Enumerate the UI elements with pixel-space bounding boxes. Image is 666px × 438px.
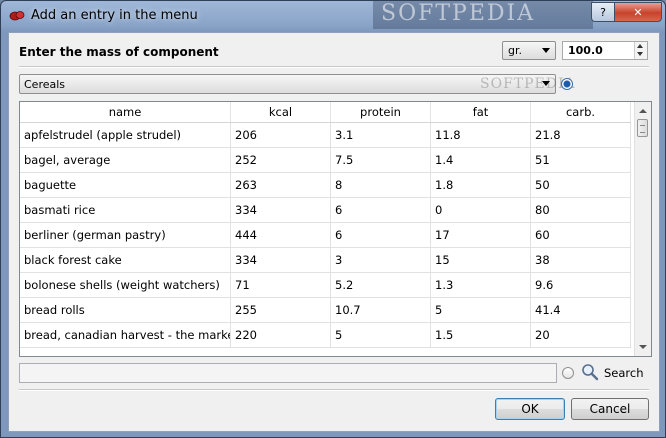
mass-spinbox[interactable]: 100.0	[562, 41, 648, 60]
scroll-up-icon[interactable]	[639, 109, 647, 113]
dialog-body: Enter the mass of component gr. 100.0 Ce…	[8, 32, 660, 432]
search-input[interactable]	[19, 363, 557, 383]
cell-kcal: 334	[231, 198, 331, 223]
divider	[19, 66, 649, 68]
cell-fat: 5	[431, 298, 531, 323]
mass-value: 100.0	[568, 44, 603, 57]
search-icon[interactable]	[581, 363, 599, 381]
window-title: Add an entry in the menu	[31, 8, 198, 23]
cell-name: apfelstrudel (apple strudel)	[20, 123, 231, 148]
cell-fat: 1.8	[431, 173, 531, 198]
cell-name: bolonese shells (weight watchers)	[20, 273, 231, 298]
unit-dropdown[interactable]: gr.	[502, 41, 556, 60]
search-radio[interactable]	[562, 367, 574, 379]
cell-fat: 15	[431, 248, 531, 273]
chevron-down-icon	[542, 48, 550, 53]
cell-kcal: 206	[231, 123, 331, 148]
table-row[interactable]: basmati rice 334 6 0 80	[20, 198, 631, 223]
column-header-name[interactable]: name	[20, 102, 231, 122]
cell-name: bagel, average	[20, 148, 231, 173]
column-header-carb[interactable]: carb.	[531, 102, 631, 122]
cell-name: bread, canadian harvest - the market...	[20, 323, 231, 348]
category-value: Cereals	[24, 78, 66, 91]
cell-carb: 20	[531, 323, 631, 348]
cell-kcal: 334	[231, 248, 331, 273]
cell-kcal: 255	[231, 298, 331, 323]
cancel-button[interactable]: Cancel	[571, 398, 649, 420]
spin-down-icon[interactable]	[637, 52, 643, 56]
cell-carb: 50	[531, 173, 631, 198]
unit-value: gr.	[508, 44, 522, 57]
cell-name: basmati rice	[20, 198, 231, 223]
table-row[interactable]: bread, canadian harvest - the market... …	[20, 323, 631, 348]
help-button[interactable]: ?	[591, 2, 614, 22]
cell-carb: 80	[531, 198, 631, 223]
cell-protein: 8	[331, 173, 431, 198]
cell-kcal: 220	[231, 323, 331, 348]
title-bar[interactable]: Add an entry in the menu SOFTPEDIA ? ✕	[1, 1, 665, 32]
cell-kcal: 252	[231, 148, 331, 173]
cell-carb: 21.8	[531, 123, 631, 148]
category-radio[interactable]	[561, 78, 573, 90]
category-dropdown[interactable]: Cereals SOFTPEDIA	[19, 74, 575, 94]
cell-carb: 9.6	[531, 273, 631, 298]
cell-fat: 1.5	[431, 323, 531, 348]
cell-fat: 17	[431, 223, 531, 248]
mass-label: Enter the mass of component	[19, 45, 219, 59]
table-row[interactable]: bolonese shells (weight watchers) 71 5.2…	[20, 273, 631, 298]
cell-name: baguette	[20, 173, 231, 198]
column-header-protein[interactable]: protein	[331, 102, 431, 122]
cell-name: berliner (german pastry)	[20, 223, 231, 248]
cell-protein: 6	[331, 223, 431, 248]
cell-carb: 51	[531, 148, 631, 173]
cell-fat: 1.4	[431, 148, 531, 173]
softpedia-watermark: SOFTPEDIA	[373, 1, 593, 29]
cell-carb: 60	[531, 223, 631, 248]
table-row[interactable]: bagel, average 252 7.5 1.4 51	[20, 148, 631, 173]
cell-fat: 11.8	[431, 123, 531, 148]
table-row[interactable]: bread rolls 255 10.7 5 41.4	[20, 298, 631, 323]
food-table: name kcal protein fat carb. apfelstrudel…	[19, 101, 652, 357]
cell-protein: 5	[331, 323, 431, 348]
cell-protein: 3.1	[331, 123, 431, 148]
scrollbar-thumb[interactable]	[637, 119, 648, 137]
cell-kcal: 263	[231, 173, 331, 198]
cell-protein: 3	[331, 248, 431, 273]
cell-kcal: 444	[231, 223, 331, 248]
table-row[interactable]: apfelstrudel (apple strudel) 206 3.1 11.…	[20, 123, 631, 148]
cell-protein: 10.7	[331, 298, 431, 323]
ok-button[interactable]: OK	[495, 398, 565, 420]
mass-stepper[interactable]	[634, 42, 647, 59]
cell-name: black forest cake	[20, 248, 231, 273]
table-row[interactable]: berliner (german pastry) 444 6 17 60	[20, 223, 631, 248]
search-label[interactable]: Search	[604, 366, 644, 380]
cell-kcal: 71	[231, 273, 331, 298]
table-header: name kcal protein fat carb.	[20, 102, 631, 123]
column-header-fat[interactable]: fat	[431, 102, 531, 122]
column-header-kcal[interactable]: kcal	[231, 102, 331, 122]
cell-carb: 38	[531, 248, 631, 273]
cell-fat: 1.3	[431, 273, 531, 298]
cell-protein: 7.5	[331, 148, 431, 173]
table-scrollbar[interactable]	[634, 102, 651, 356]
close-button[interactable]: ✕	[614, 2, 662, 22]
table-row[interactable]: baguette 263 8 1.8 50	[20, 173, 631, 198]
cell-fat: 0	[431, 198, 531, 223]
cell-carb: 41.4	[531, 298, 631, 323]
cell-name: bread rolls	[20, 298, 231, 323]
cell-protein: 5.2	[331, 273, 431, 298]
scroll-down-icon[interactable]	[639, 345, 647, 349]
chevron-down-icon	[542, 81, 550, 86]
app-logo-icon	[9, 11, 25, 21]
spin-up-icon[interactable]	[637, 44, 643, 48]
divider	[19, 389, 649, 391]
table-row[interactable]: black forest cake 334 3 15 38	[20, 248, 631, 273]
cell-protein: 6	[331, 198, 431, 223]
dialog-window: Add an entry in the menu SOFTPEDIA ? ✕ E…	[0, 0, 666, 438]
